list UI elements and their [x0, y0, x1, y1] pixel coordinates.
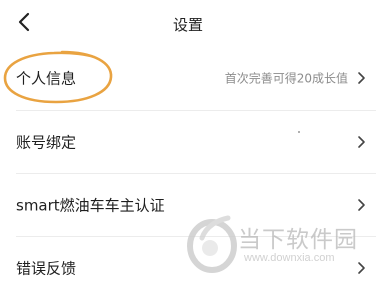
chevron-right-icon: [358, 136, 365, 148]
speck: [298, 131, 300, 133]
settings-item-label: 错误反馈: [16, 259, 77, 278]
growth-reward-hint: 首次完善可得20成长值: [224, 71, 348, 86]
settings-item-label: smart燃油车车主认证: [16, 196, 165, 215]
watermark-logo-icon: [187, 215, 237, 273]
top-bar: 设置: [0, 0, 376, 46]
chevron-right-icon: [358, 72, 365, 84]
watermark-url: www.downxia.com: [244, 252, 335, 264]
watermark-brand: 当下软件园: [238, 227, 358, 253]
settings-item-account-binding[interactable]: 账号绑定: [0, 111, 376, 173]
settings-item-label: 账号绑定: [16, 133, 77, 152]
annotation-stroke: [3, 50, 113, 104]
highlight-circle-annotation: [3, 50, 113, 104]
page-title: 设置: [172, 16, 203, 34]
watermark: 当下软件园 www.downxia.com: [184, 206, 364, 280]
